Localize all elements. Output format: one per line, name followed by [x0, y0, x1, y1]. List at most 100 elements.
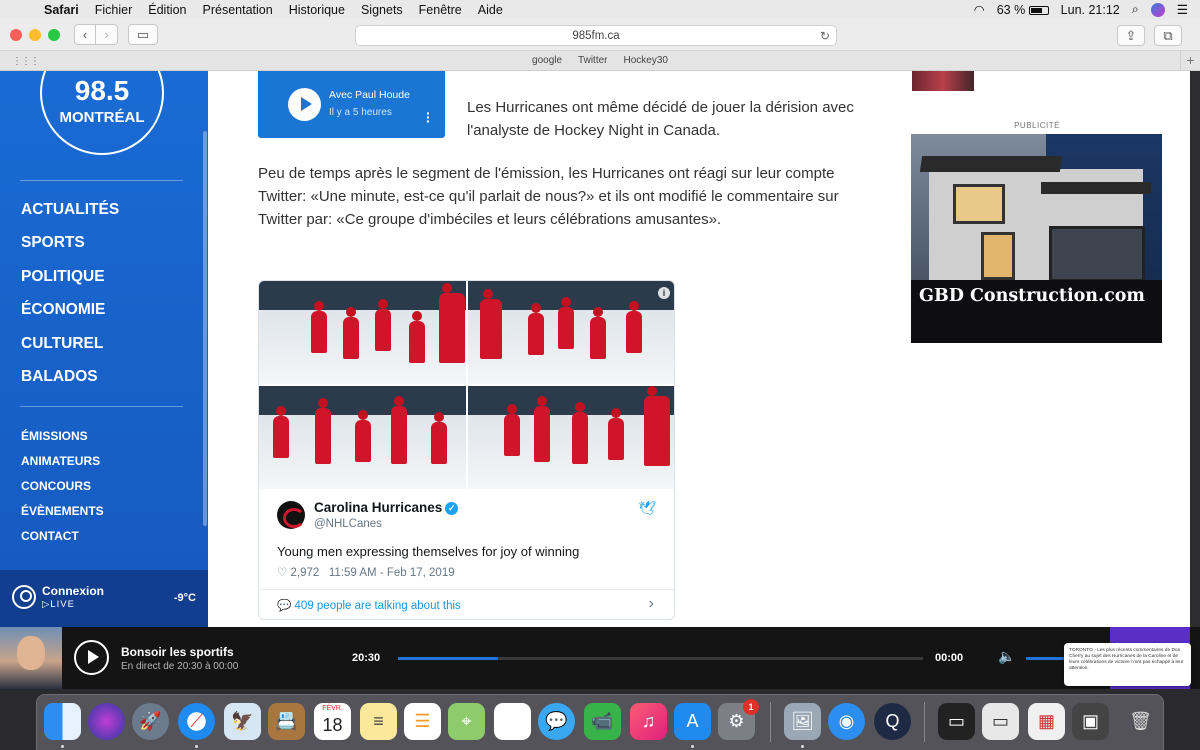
embedded-tweet[interactable]: i Carolina Hurricanes ✓ @NHLCanes 🕊 Young… [258, 280, 675, 620]
minimize-window-button[interactable] [29, 28, 41, 41]
nav-culturel[interactable]: CULTUREL [21, 333, 119, 366]
nav-contact[interactable]: CONTACT [21, 528, 104, 553]
heart-icon[interactable]: ♡ [277, 567, 287, 579]
tweet-meta: ♡ 2,972 11:59 AM - Feb 17, 2019 [277, 565, 455, 579]
desktop-background [1190, 71, 1200, 627]
back-button[interactable]: ‹ [74, 24, 96, 45]
tweet-photo[interactable] [259, 281, 466, 384]
menu-signets[interactable]: Signets [353, 3, 411, 17]
notes-icon[interactable]: ≡ [360, 703, 397, 740]
station-logo[interactable]: 98.5 MONTRÉAL [40, 71, 164, 155]
canes-avatar[interactable] [277, 501, 305, 529]
tabs-overview-button[interactable]: ⧉ [1154, 25, 1182, 46]
share-button[interactable]: ⇪ [1117, 25, 1145, 46]
wifi-icon[interactable]: ◠ [974, 2, 985, 17]
menu-edition[interactable]: Édition [140, 3, 194, 17]
spotlight-icon[interactable]: ⌕ [1132, 2, 1139, 17]
menu-aide[interactable]: Aide [470, 3, 511, 17]
menu-historique[interactable]: Historique [281, 3, 353, 17]
music-icon[interactable]: ♫ [630, 703, 667, 740]
tweet-photo[interactable] [259, 386, 466, 489]
facetime-icon[interactable]: 📹 [584, 703, 621, 740]
update-badge: 1 [743, 699, 759, 715]
reminders-icon[interactable]: ☰ [404, 703, 441, 740]
advertisement[interactable]: GBD Construction.com [911, 134, 1162, 343]
play-icon[interactable] [288, 88, 321, 121]
launchpad-icon[interactable]: 🚀 [132, 703, 169, 740]
siri-icon[interactable] [88, 703, 125, 740]
messages-icon[interactable]: 💬 [538, 703, 575, 740]
menu-presentation[interactable]: Présentation [195, 3, 281, 17]
play-button[interactable] [74, 640, 109, 675]
zoom-window-button[interactable] [48, 28, 60, 41]
menu-fichier[interactable]: Fichier [87, 3, 141, 17]
running-indicator [801, 745, 804, 748]
login-bar[interactable]: Connexion ▷LIVE -9°C [0, 570, 208, 627]
airport-utility-icon[interactable]: ◉ [828, 703, 865, 740]
info-icon[interactable]: i [658, 287, 670, 299]
nav-politique[interactable]: POLITIQUE [21, 266, 119, 299]
top-sites-icon[interactable]: ⋮⋮⋮ [12, 56, 40, 67]
reload-icon[interactable]: ↻ [820, 29, 830, 43]
battery-status[interactable]: 63 % [997, 3, 1049, 17]
new-tab-button[interactable]: + [1180, 51, 1200, 71]
tweet-timestamp[interactable]: 11:59 AM - Feb 17, 2019 [329, 567, 455, 579]
siri-icon[interactable] [1150, 2, 1165, 17]
logo-city: MONTRÉAL [59, 109, 145, 126]
tweet-author[interactable]: Carolina Hurricanes ✓ [314, 500, 459, 515]
nav-sports[interactable]: SPORTS [21, 232, 119, 265]
notification-center-icon[interactable]: ☰ [1177, 2, 1188, 17]
more-options-icon[interactable]: · · · [426, 106, 431, 128]
tweet-conversation-link[interactable]: 💬 409 people are talking about this [277, 598, 461, 612]
audio-card[interactable]: Avec Paul Houde Il y a 5 heures · · · [258, 71, 445, 138]
trash-icon[interactable]: 🗑 [1122, 703, 1159, 740]
progress-fill [398, 657, 498, 660]
volume-icon[interactable]: 🔈 [998, 648, 1015, 665]
minimized-window[interactable]: ▦ [1028, 703, 1065, 740]
mail-icon[interactable]: 🦅 [224, 703, 261, 740]
nav-concours[interactable]: CONCOURS [21, 478, 104, 503]
dock-separator [770, 702, 771, 742]
finder-icon[interactable] [44, 703, 81, 740]
quicktime-icon[interactable]: Q [874, 703, 911, 740]
minimized-window[interactable]: ▭ [938, 703, 975, 740]
bookmark-hockey30[interactable]: Hockey30 [624, 55, 668, 66]
twitter-bird-icon[interactable]: 🕊 [638, 500, 656, 517]
menu-fenetre[interactable]: Fenêtre [411, 3, 470, 17]
volume-slider[interactable] [1026, 657, 1066, 660]
calendar-icon[interactable]: FÉVR. 18 [314, 703, 351, 740]
preview-icon[interactable]: 🖼 [784, 703, 821, 740]
tweet-photos[interactable]: i [259, 281, 674, 489]
safari-icon[interactable]: ⟋ [178, 703, 215, 740]
contacts-icon[interactable]: 📇 [268, 703, 305, 740]
host-photo [0, 627, 62, 689]
tweet-photo[interactable] [468, 386, 674, 489]
tweet-handle[interactable]: @NHLCanes [314, 518, 382, 530]
notification-toast[interactable]: TORONTO - Les plus récents commentaires … [1064, 643, 1191, 686]
menu-clock[interactable]: Lun. 21:12 [1061, 3, 1120, 17]
nav-balados[interactable]: BALADOS [21, 366, 119, 399]
nav-animateurs[interactable]: ANIMATEURS [21, 453, 104, 478]
progress-track[interactable] [398, 657, 923, 660]
minimized-window[interactable]: ▭ [982, 703, 1019, 740]
forward-button[interactable]: › [96, 24, 118, 45]
sidebar-toggle-button[interactable]: ▭ [128, 24, 158, 45]
photos-icon[interactable]: ✿ [494, 703, 531, 740]
nav-actualites[interactable]: ACTUALITÉS [21, 199, 119, 232]
minimized-window[interactable]: ▣ [1072, 703, 1109, 740]
menu-app-name[interactable]: Safari [36, 3, 87, 17]
appstore-icon[interactable]: A [674, 703, 711, 740]
sidebar-scrollbar[interactable] [203, 131, 207, 526]
close-window-button[interactable] [10, 28, 22, 41]
nav-evenements[interactable]: ÉVÈNEMENTS [21, 503, 104, 528]
nav-emissions[interactable]: ÉMISSIONS [21, 428, 104, 453]
tweet-likes[interactable]: 2,972 [291, 567, 320, 579]
maps-icon[interactable]: ⌖ [448, 703, 485, 740]
chevron-right-icon[interactable]: › [649, 595, 654, 613]
address-bar[interactable]: 985fm.ca ↻ [355, 25, 837, 46]
bookmark-twitter[interactable]: Twitter [578, 55, 607, 66]
related-thumbnail[interactable] [912, 71, 974, 91]
bookmark-google[interactable]: google [532, 55, 562, 66]
tweet-photo[interactable]: i [468, 281, 674, 384]
nav-economie[interactable]: ÉCONOMIE [21, 299, 119, 332]
